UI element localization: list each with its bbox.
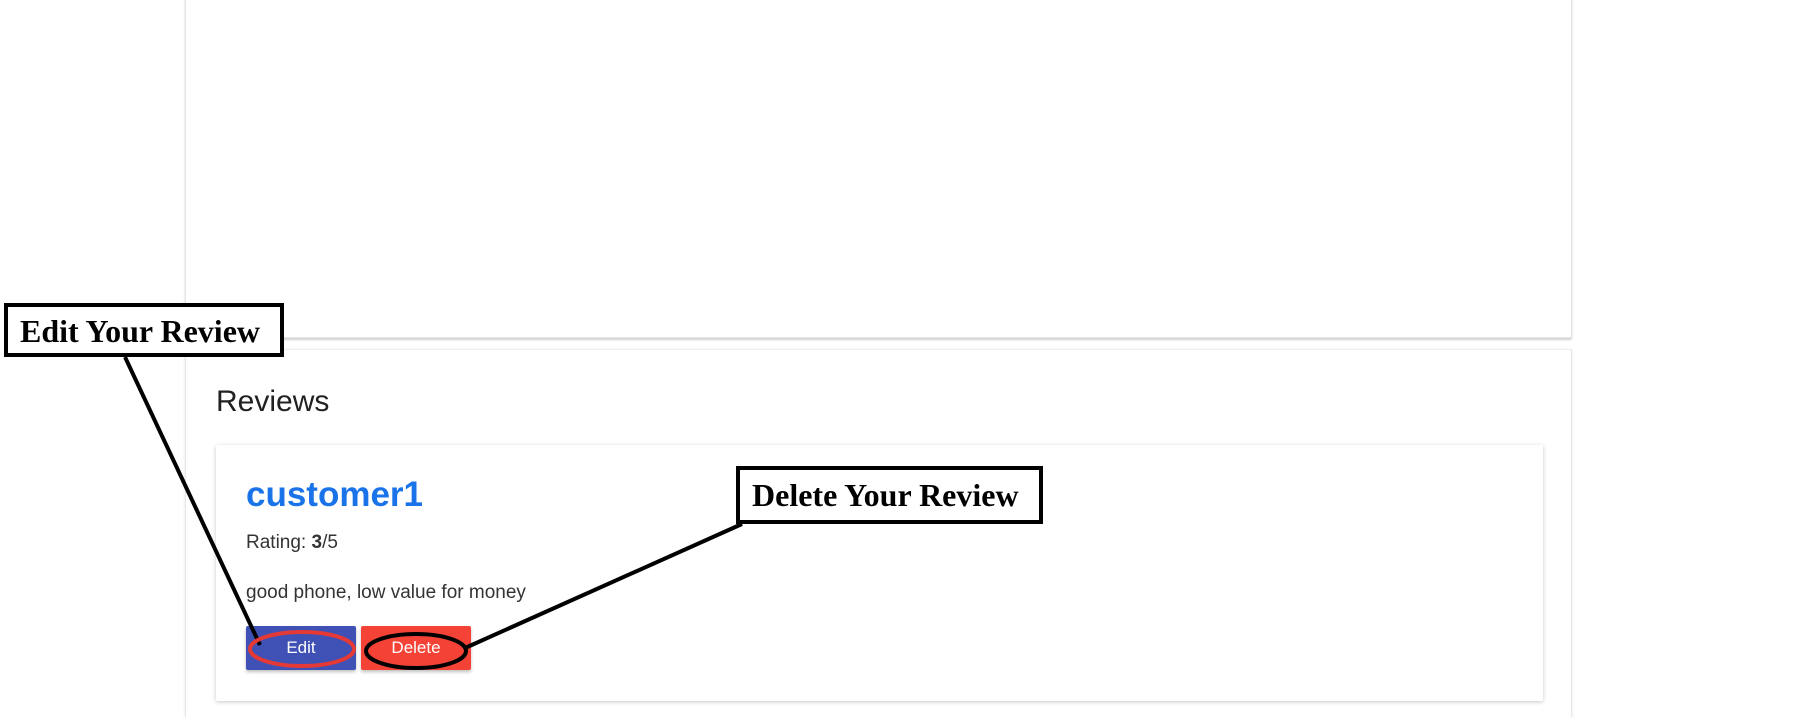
rating-value: 3 xyxy=(311,532,323,553)
product-details-card xyxy=(185,0,1572,338)
review-rating: Rating: 3/5 xyxy=(246,531,338,555)
rating-label: Rating: xyxy=(246,532,312,553)
edit-review-button[interactable]: Edit xyxy=(246,626,356,670)
edit-annotation-label: Edit Your Review xyxy=(4,303,284,357)
delete-annotation-label: Delete Your Review xyxy=(736,466,1043,524)
reviews-heading: Reviews xyxy=(216,385,330,418)
review-text: good phone, low value for money xyxy=(246,582,526,603)
reviews-card: Reviews customer1 Rating: 3/5 good phone… xyxy=(185,349,1572,717)
page: Reviews customer1 Rating: 3/5 good phone… xyxy=(0,0,1809,717)
review-author-link[interactable]: customer1 xyxy=(246,475,423,515)
rating-max: /5 xyxy=(322,532,338,553)
delete-review-button[interactable]: Delete xyxy=(361,626,471,670)
